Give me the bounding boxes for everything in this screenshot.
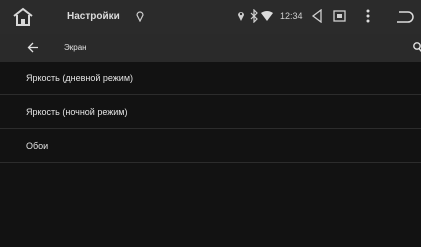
settings-item-day-brightness[interactable]: Яркость (дневной режим) xyxy=(0,62,421,95)
back-nav-icon[interactable] xyxy=(311,9,323,23)
clock: 12:34 xyxy=(280,11,303,21)
home-icon[interactable] xyxy=(12,7,34,27)
status-bar: Настройки 12:34 xyxy=(0,0,421,34)
arrow-back-icon[interactable] xyxy=(27,42,39,53)
settings-item-night-brightness[interactable]: Яркость (ночной режим) xyxy=(0,96,421,129)
item-label: Яркость (ночной режим) xyxy=(26,107,128,117)
settings-item-wallpaper[interactable]: Обои xyxy=(0,130,421,163)
location-icon xyxy=(136,11,144,22)
item-label: Яркость (дневной режим) xyxy=(26,73,134,83)
item-label: Обои xyxy=(26,141,49,151)
page-title: Экран xyxy=(64,43,87,52)
menu-dots-icon[interactable] xyxy=(366,9,370,23)
app-title: Настройки xyxy=(67,11,120,22)
gps-icon xyxy=(238,12,244,21)
toolbar: Экран xyxy=(0,34,421,62)
wifi-icon xyxy=(261,11,273,21)
return-icon[interactable] xyxy=(396,10,414,23)
search-icon[interactable] xyxy=(412,41,421,53)
bluetooth-icon xyxy=(250,9,258,23)
recent-apps-icon[interactable] xyxy=(333,10,346,22)
